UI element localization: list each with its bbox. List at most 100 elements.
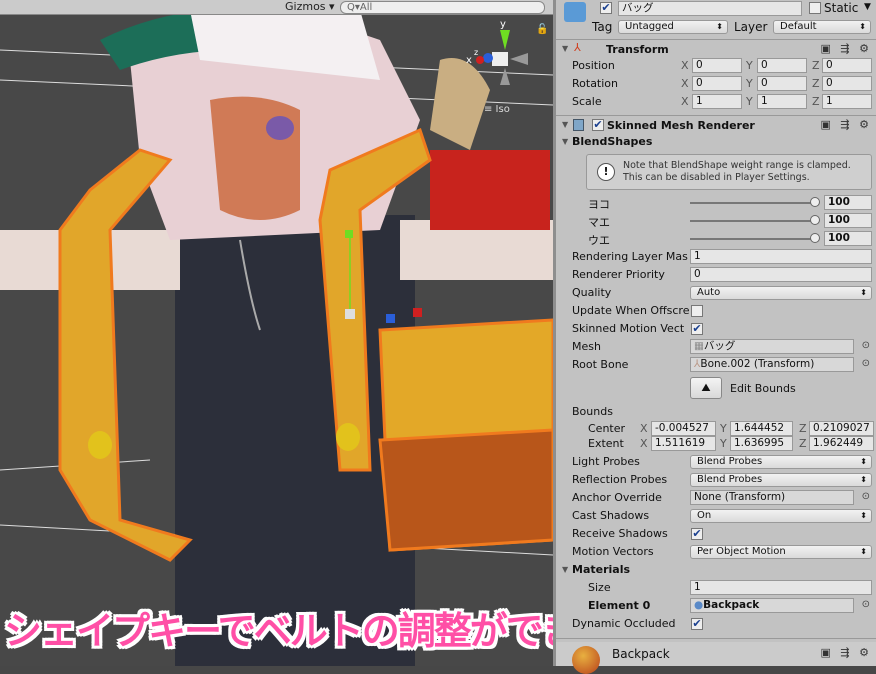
material-object-field[interactable]: ●Backpack	[690, 598, 854, 613]
object-picker-icon[interactable]: ⊙	[862, 491, 870, 502]
light-probes-row: Light Probes Blend Probes ⬍	[556, 453, 876, 471]
blendshape-value-input[interactable]: 100	[824, 231, 872, 246]
materials-size-row: Size 1	[556, 579, 876, 597]
position-x-input[interactable]: 0	[692, 58, 742, 73]
scene-search-input[interactable]: Q▾All	[340, 1, 545, 14]
material-header[interactable]: Backpack ▣ ⇶ ⚙	[556, 642, 876, 674]
dropdown-arrow-icon: ⬍	[860, 457, 867, 466]
edit-bounds-icon: ⛰	[701, 381, 711, 394]
rotation-label: Rotation	[572, 77, 619, 90]
center-x-input[interactable]: -0.004527	[651, 421, 716, 436]
dynamic-occluded-checkbox[interactable]: ✔	[691, 618, 703, 630]
lock-icon[interactable]: 🔓	[536, 22, 548, 35]
material-element-row: Element 0 ●Backpack ⊙	[556, 597, 876, 615]
update-offscreen-checkbox[interactable]	[691, 305, 703, 317]
divider	[556, 638, 876, 639]
tag-dropdown[interactable]: Untagged ⬍	[618, 20, 728, 34]
center-y-input[interactable]: 1.644452	[730, 421, 793, 436]
dropdown-arrow-icon: ⬍	[716, 22, 723, 31]
blendshape-row: ウエ 100	[556, 230, 876, 248]
materials-size-input[interactable]: 1	[690, 580, 872, 595]
active-checkbox[interactable]: ✔	[600, 2, 612, 14]
skinned-motion-checkbox[interactable]: ✔	[691, 323, 703, 335]
mesh-value: バッグ	[703, 340, 736, 352]
static-dropdown-icon[interactable]: ▼	[864, 2, 871, 12]
renderer-enabled-checkbox[interactable]: ✔	[592, 119, 604, 131]
blendshape-row: ヨコ 100	[556, 194, 876, 212]
edit-bounds-button[interactable]: ⛰	[690, 377, 722, 399]
blendshape-help-box: ! Note that BlendShape weight range is c…	[586, 154, 872, 190]
blendshape-slider-track[interactable]	[690, 238, 814, 240]
object-picker-icon[interactable]: ⊙	[862, 358, 870, 369]
blendshape-slider-thumb[interactable]	[810, 197, 820, 207]
rotation-y-input[interactable]: 0	[757, 76, 807, 91]
extent-x-input[interactable]: 1.511619	[651, 436, 716, 451]
cast-shadows-label: Cast Shadows	[572, 509, 650, 522]
gizmos-dropdown[interactable]: Gizmos ▾	[285, 1, 335, 13]
skinned-motion-row: Skinned Motion Vect ✔	[556, 320, 876, 338]
anchor-override-label: Anchor Override	[572, 491, 662, 504]
cast-shadows-dropdown[interactable]: On ⬍	[690, 509, 872, 523]
material-preview-icon	[572, 646, 600, 674]
axis-x-gizmo-label: x	[466, 55, 472, 66]
axis-z-label: Z	[799, 437, 807, 450]
layer-dropdown[interactable]: Default ⬍	[773, 20, 871, 34]
blendshape-slider-thumb[interactable]	[810, 233, 820, 243]
projection-label[interactable]: ≡ Iso	[484, 104, 510, 115]
foldout-icon: ▼	[562, 137, 569, 146]
position-y-input[interactable]: 0	[757, 58, 807, 73]
gameobject-icon	[564, 2, 586, 22]
position-z-input[interactable]: 0	[822, 58, 872, 73]
blendshape-value-input[interactable]: 100	[824, 195, 872, 210]
component-menu-icons[interactable]: ▣ ⇶ ⚙	[821, 118, 872, 131]
position-label: Position	[572, 59, 615, 72]
foldout-icon: ▼	[562, 120, 569, 129]
axis-x-label: X	[681, 95, 689, 108]
position-row: Position X0 Y0 Z0	[556, 57, 876, 75]
scale-x-input[interactable]: 1	[692, 94, 742, 109]
eye	[266, 116, 294, 140]
root-bone-value: Bone.002 (Transform)	[700, 358, 815, 370]
blendshape-slider-track[interactable]	[690, 220, 814, 222]
skinned-motion-label: Skinned Motion Vect	[572, 322, 685, 335]
rendering-layer-mask-input[interactable]: 1	[690, 249, 872, 264]
quality-dropdown[interactable]: Auto ⬍	[690, 286, 872, 300]
blendshape-value-input[interactable]: 100	[824, 213, 872, 228]
renderer-priority-input[interactable]: 0	[690, 267, 872, 282]
object-picker-icon[interactable]: ⊙	[862, 340, 870, 351]
blendshape-label: ウエ	[588, 234, 610, 247]
dropdown-arrow-icon: ⬍	[860, 475, 867, 484]
size-label: Size	[588, 581, 611, 594]
component-menu-icons[interactable]: ▣ ⇶ ⚙	[821, 42, 872, 55]
rotation-z-input[interactable]: 0	[822, 76, 872, 91]
blendshapes-foldout[interactable]: ▼ BlendShapes	[556, 133, 876, 151]
motion-vectors-dropdown[interactable]: Per Object Motion ⬍	[690, 545, 872, 559]
extent-y-input[interactable]: 1.636995	[730, 436, 793, 451]
blendshape-slider-track[interactable]	[690, 202, 814, 204]
rotation-row: Rotation X0 Y0 Z0	[556, 75, 876, 93]
object-picker-icon[interactable]: ⊙	[862, 599, 870, 610]
anchor-override-field[interactable]: None (Transform)	[690, 490, 854, 505]
axis-z-label: Z	[812, 77, 820, 90]
help-text: Note that BlendShape weight range is cla…	[623, 160, 851, 183]
mesh-object-field[interactable]: ▦バッグ	[690, 339, 854, 354]
rotation-x-input[interactable]: 0	[692, 76, 742, 91]
scale-z-input[interactable]: 1	[822, 94, 872, 109]
root-bone-object-field[interactable]: ⅄Bone.002 (Transform)	[690, 357, 854, 372]
reflection-probes-dropdown[interactable]: Blend Probes ⬍	[690, 473, 872, 487]
scene-view[interactable]: y x z 🔓 Gizmos ▾ Q▾All ≡ Iso シェイプキーでベルトの…	[0, 0, 553, 666]
blendshape-slider-thumb[interactable]	[810, 215, 820, 225]
materials-foldout[interactable]: ▼ Materials	[556, 561, 876, 579]
receive-shadows-checkbox[interactable]: ✔	[691, 528, 703, 540]
light-probes-dropdown[interactable]: Blend Probes ⬍	[690, 455, 872, 469]
extent-z-input[interactable]: 1.962449	[809, 436, 874, 451]
axis-z-label: Z	[812, 95, 820, 108]
skinned-mesh-renderer-header[interactable]: ▼ ✔ Skinned Mesh Renderer ▣ ⇶ ⚙	[556, 115, 876, 135]
transform-header[interactable]: ▼ ⅄ Transform ▣ ⇶ ⚙	[556, 39, 876, 59]
component-menu-icons[interactable]: ▣ ⇶ ⚙	[821, 646, 872, 659]
scale-y-input[interactable]: 1	[757, 94, 807, 109]
center-z-input[interactable]: 0.2109027	[809, 421, 874, 436]
object-name-input[interactable]: バッグ	[618, 1, 802, 16]
mesh-row: Mesh ▦バッグ ⊙	[556, 338, 876, 356]
static-checkbox[interactable]	[809, 2, 821, 14]
